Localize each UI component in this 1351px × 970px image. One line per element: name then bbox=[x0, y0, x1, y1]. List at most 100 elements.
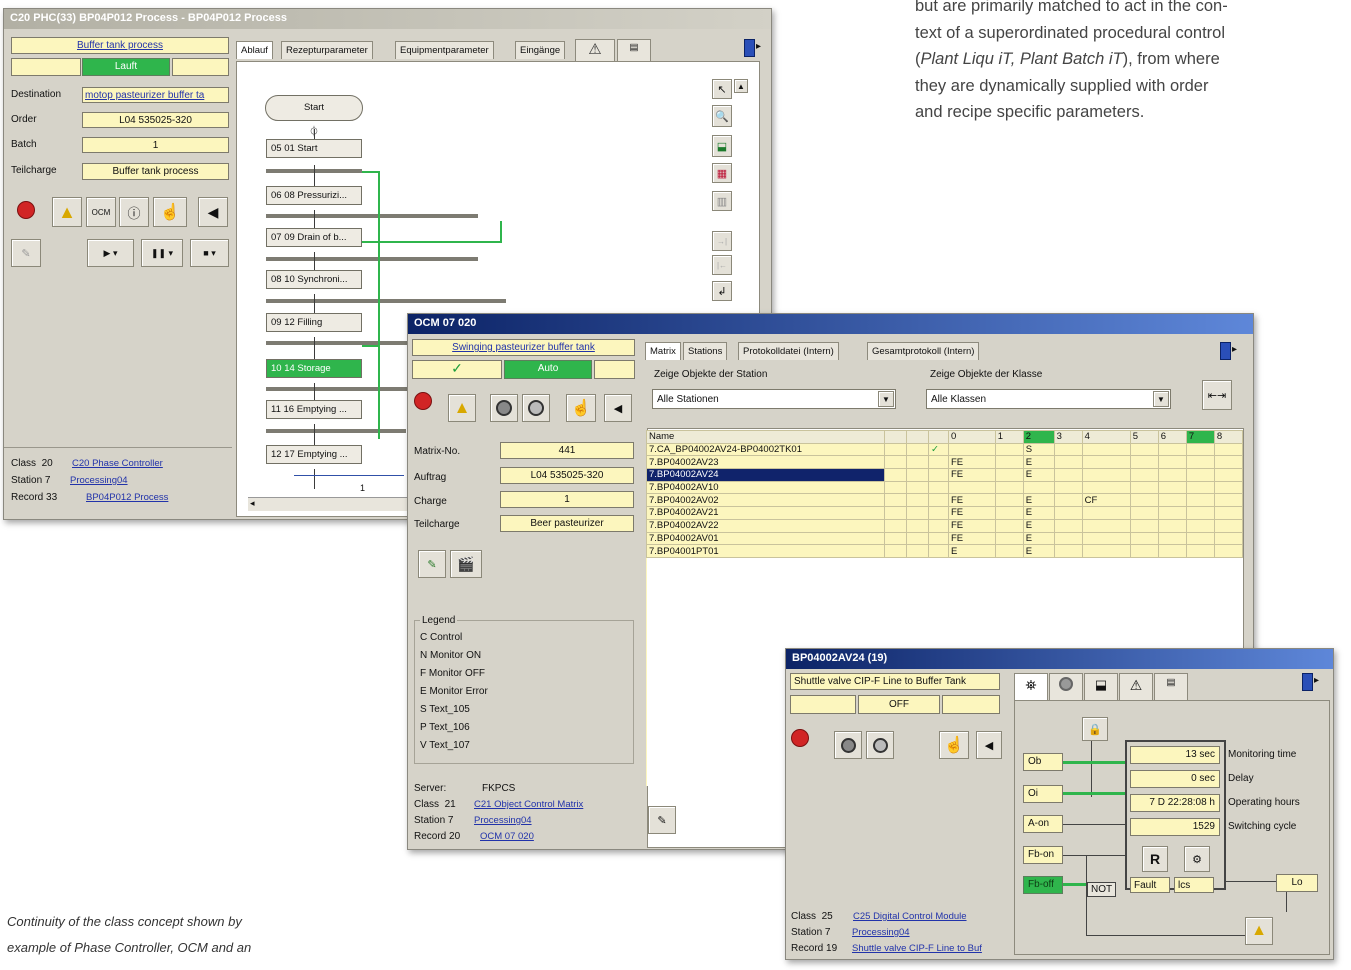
manual-hand-button[interactable]: ☝ bbox=[153, 197, 187, 227]
nav-prev-button[interactable]: →| bbox=[712, 231, 732, 251]
tab-alarms[interactable]: ⚠ bbox=[575, 39, 615, 61]
tab-binoculars[interactable]: ⛯ bbox=[1014, 673, 1048, 701]
record-link[interactable]: BP04P012 Process bbox=[86, 492, 168, 503]
matrix-cell[interactable] bbox=[1157, 455, 1187, 470]
matrix-cell[interactable] bbox=[1081, 544, 1131, 558]
station-link[interactable]: Processing04 bbox=[70, 475, 128, 486]
matrix-cell[interactable] bbox=[1185, 455, 1215, 470]
tab-stations[interactable]: Stations bbox=[683, 342, 728, 360]
matrix-cell[interactable] bbox=[1213, 493, 1244, 508]
matrix-cell[interactable] bbox=[994, 442, 1024, 457]
matrix-cell[interactable] bbox=[1022, 480, 1055, 495]
zoom-tool[interactable]: 🔍 bbox=[712, 105, 732, 127]
matrix-cell[interactable]: E bbox=[1022, 468, 1055, 482]
matrix-row-name[interactable]: 7.BP04002AV24 bbox=[646, 468, 885, 482]
sequence-step[interactable]: 07 09 Drain of b... bbox=[266, 228, 362, 247]
class-link[interactable]: C21 Object Control Matrix bbox=[474, 799, 583, 810]
matrix-cell[interactable] bbox=[1185, 506, 1215, 520]
collapse-button[interactable]: ◀ bbox=[976, 731, 1002, 759]
tab-protokolldatei[interactable]: Protokolldatei (Intern) bbox=[738, 342, 839, 360]
matrix-cell[interactable] bbox=[1129, 455, 1159, 470]
matrix-cell[interactable] bbox=[948, 480, 996, 495]
matrix-cell[interactable] bbox=[994, 531, 1024, 546]
matrix-cell[interactable] bbox=[1081, 518, 1131, 533]
matrix-cell[interactable] bbox=[1081, 480, 1131, 495]
valve-button[interactable] bbox=[866, 731, 894, 759]
matrix-cell[interactable] bbox=[1157, 506, 1187, 520]
matrix-cell[interactable] bbox=[1129, 506, 1159, 520]
matrix-check-cell[interactable] bbox=[928, 544, 949, 558]
grid-header-col[interactable]: 2 bbox=[1022, 430, 1055, 444]
matrix-cell[interactable] bbox=[1129, 493, 1159, 508]
exit-button[interactable]: ▸ bbox=[1302, 673, 1324, 693]
matrix-row[interactable]: 7.BP04001PT01 E E bbox=[646, 544, 1244, 558]
ocm-button[interactable]: OCM bbox=[86, 197, 116, 227]
tab-gesamtprotokoll[interactable]: Gesamtprotokoll (Intern) bbox=[867, 342, 980, 360]
matrix-cell[interactable] bbox=[1213, 506, 1244, 520]
matrix-cell[interactable] bbox=[1185, 518, 1215, 533]
pen-button[interactable]: ✎ bbox=[648, 806, 676, 834]
matrix-cell[interactable] bbox=[1053, 442, 1083, 457]
matrix-cell[interactable] bbox=[1053, 531, 1083, 546]
matrix-cell[interactable] bbox=[1081, 442, 1131, 457]
matrix-cell[interactable]: E bbox=[1022, 506, 1055, 520]
collapse-button[interactable]: ◀ bbox=[198, 197, 228, 227]
tab-trend[interactable]: ⬓ bbox=[1084, 673, 1118, 701]
edit-button[interactable]: ✎ bbox=[418, 550, 446, 578]
info-button[interactable]: ⓘ bbox=[119, 197, 149, 227]
matrix-cell[interactable] bbox=[1213, 480, 1244, 495]
grid-header-col[interactable]: 1 bbox=[994, 430, 1024, 444]
destination-field[interactable]: motop pasteurizer buffer ta bbox=[82, 87, 229, 103]
class-filter-select[interactable]: Alle Klassen ▼ bbox=[926, 389, 1171, 409]
matrix-cell[interactable] bbox=[1185, 493, 1215, 508]
collapse-button[interactable]: ◀ bbox=[604, 394, 632, 422]
matrix-cell[interactable] bbox=[994, 544, 1024, 558]
matrix-cell[interactable] bbox=[1185, 531, 1215, 546]
matrix-cell[interactable] bbox=[1053, 506, 1083, 520]
matrix-row-name[interactable]: 7.BP04002AV21 bbox=[646, 506, 885, 520]
matrix-cell[interactable] bbox=[1213, 442, 1244, 457]
sequence-button[interactable]: 🎬 bbox=[450, 550, 482, 578]
matrix-check-cell[interactable] bbox=[928, 455, 949, 470]
grid-header-col[interactable]: 5 bbox=[1129, 430, 1159, 444]
sequence-step[interactable]: 12 17 Emptying ... bbox=[266, 445, 362, 464]
matrix-cell[interactable] bbox=[1129, 518, 1159, 533]
matrix-cell[interactable] bbox=[994, 506, 1024, 520]
matrix-row[interactable]: 7.BP04002AV01 FE E bbox=[646, 531, 1244, 546]
matrix-cell[interactable] bbox=[1053, 493, 1083, 508]
matrix-cell[interactable] bbox=[1081, 468, 1131, 482]
matrix-cell[interactable] bbox=[994, 468, 1024, 482]
matrix-cell[interactable]: FE bbox=[948, 493, 996, 508]
matrix-cell[interactable] bbox=[948, 442, 996, 457]
valve-button[interactable] bbox=[522, 394, 550, 422]
matrix-cell[interactable]: CF bbox=[1081, 493, 1131, 508]
sequence-step[interactable]: 05 01 Start bbox=[266, 139, 362, 158]
matrix-check-cell[interactable] bbox=[928, 480, 949, 495]
matrix-cell[interactable]: FE bbox=[948, 506, 996, 520]
matrix-cell[interactable]: E bbox=[948, 544, 996, 558]
grid-header-col[interactable]: 4 bbox=[1081, 430, 1131, 444]
matrix-cell[interactable] bbox=[1129, 544, 1159, 558]
matrix-cell[interactable]: E bbox=[1022, 544, 1055, 558]
unit-header[interactable]: Buffer tank process bbox=[11, 37, 229, 54]
tab-matrix[interactable]: Matrix bbox=[645, 342, 681, 360]
tab-document[interactable]: ▤ bbox=[617, 39, 651, 61]
expand-columns-button[interactable]: ⇤⇥ bbox=[1202, 380, 1232, 410]
matrix-cell[interactable] bbox=[1213, 455, 1244, 470]
matrix-row-name[interactable]: 7.BP04002AV01 bbox=[646, 531, 885, 546]
matrix-cell[interactable] bbox=[1157, 493, 1187, 508]
manual-hand-button[interactable]: ☝ bbox=[566, 394, 596, 422]
tab-alarms[interactable]: ⚠ bbox=[1119, 673, 1153, 701]
report-tool[interactable]: ▦ bbox=[712, 163, 732, 183]
matrix-row-name[interactable]: 7.BP04002AV22 bbox=[646, 518, 885, 533]
exit-button[interactable]: ▸ bbox=[744, 39, 764, 59]
matrix-row-name[interactable]: 7.CA_BP04002AV24-BP04002TK01 bbox=[646, 442, 885, 457]
sequence-step-active[interactable]: 10 14 Storage bbox=[266, 359, 362, 378]
matrix-row[interactable]: 7.BP04002AV24 FE E bbox=[646, 468, 1244, 482]
class-link[interactable]: C20 Phase Controller bbox=[72, 458, 163, 469]
matrix-cell[interactable] bbox=[1157, 468, 1187, 482]
matrix-cell[interactable] bbox=[1053, 544, 1083, 558]
matrix-cell[interactable] bbox=[1053, 518, 1083, 533]
matrix-check-cell[interactable] bbox=[928, 506, 949, 520]
play-button[interactable]: ▶ ▾ bbox=[87, 239, 134, 267]
